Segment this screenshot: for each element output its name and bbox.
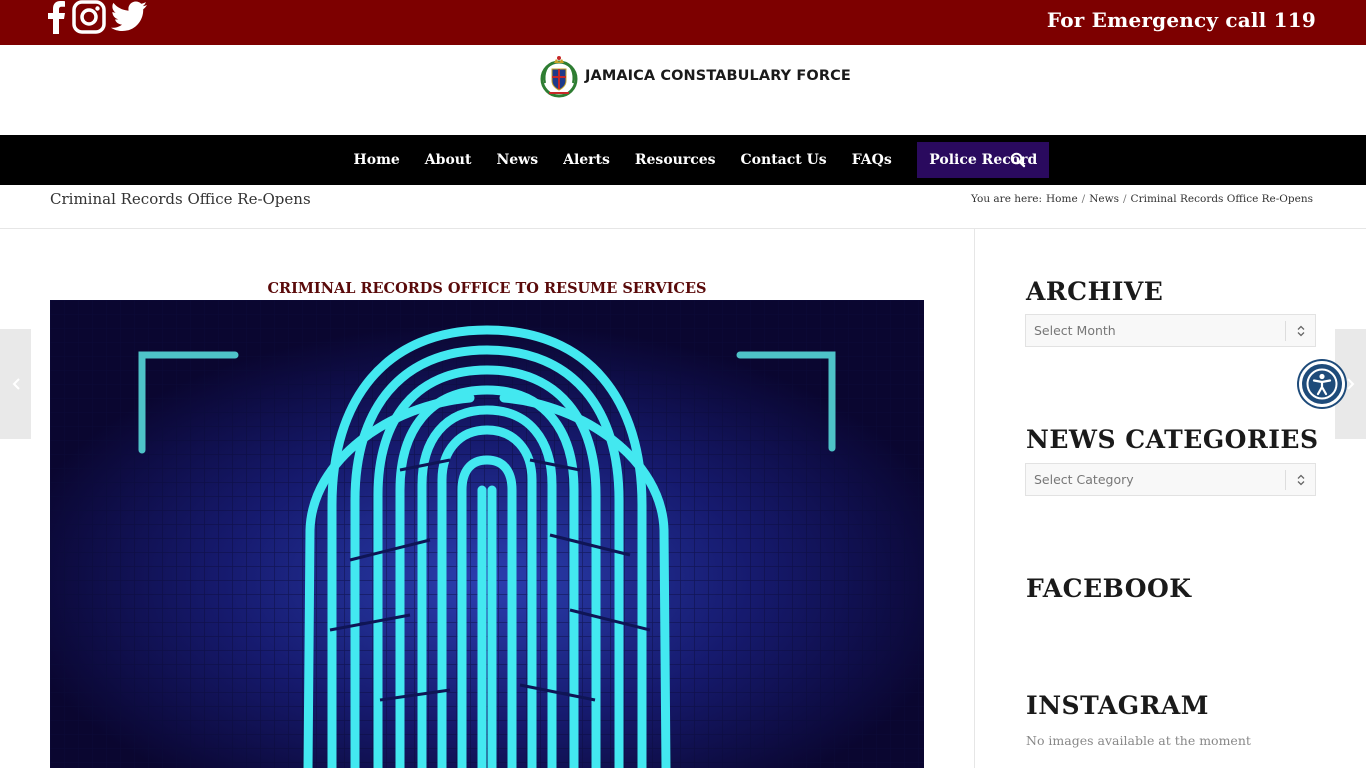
main-nav: Home About News Alerts Resources Contact…: [0, 135, 1366, 185]
breadcrumb-home[interactable]: Home: [1046, 193, 1078, 205]
nav-item-police-record[interactable]: Police Record: [917, 142, 1050, 178]
nav-item-home[interactable]: Home: [341, 135, 412, 185]
nav-item-about[interactable]: About: [412, 135, 484, 185]
breadcrumb-current: Criminal Records Office Re-Opens: [1130, 193, 1313, 205]
nav-items: Home About News Alerts Resources Contact…: [341, 135, 1050, 185]
instagram-title: INSTAGRAM: [1026, 691, 1209, 720]
site-logo[interactable]: JAMAICA CONSTABULARY FORCE: [539, 53, 851, 99]
nav-item-resources[interactable]: Resources: [622, 135, 728, 185]
archive-select-value: Select Month: [1034, 323, 1116, 338]
category-select-value: Select Category: [1034, 472, 1134, 487]
social-links: [44, 0, 148, 34]
select-arrows-icon: [1285, 470, 1315, 490]
title-bar: Criminal Records Office Re-Opens You are…: [0, 185, 1366, 229]
page-title: Criminal Records Office Re-Opens: [50, 190, 311, 208]
crest-icon: [540, 56, 578, 98]
sidebar-divider: [974, 229, 975, 768]
breadcrumb-separator: /: [1123, 193, 1127, 205]
breadcrumb: You are here: Home / News / Criminal Rec…: [971, 193, 1313, 205]
fingerprint-image: [50, 300, 924, 768]
news-categories-title: NEWS CATEGORIES: [1026, 425, 1319, 454]
header-logo-area: JAMAICA CONSTABULARY FORCE: [0, 45, 1366, 135]
archive-title: ARCHIVE: [1026, 277, 1164, 306]
chevron-right-icon: [1346, 378, 1354, 390]
hero-image: [50, 300, 924, 768]
top-bar: For Emergency call 119: [0, 0, 1366, 45]
nav-item-contact-us[interactable]: Contact Us: [728, 135, 839, 185]
accessibility-icon: [1306, 368, 1338, 400]
chevron-left-icon: [12, 378, 20, 390]
facebook-title: FACEBOOK: [1026, 574, 1192, 603]
breadcrumb-separator: /: [1081, 193, 1086, 205]
accessibility-button[interactable]: [1299, 361, 1345, 407]
nav-item-faqs[interactable]: FAQs: [839, 135, 904, 185]
logo-text: JAMAICA CONSTABULARY FORCE: [585, 68, 851, 84]
article-headline: CRIMINAL RECORDS OFFICE TO RESUME SERVIC…: [267, 280, 707, 297]
search-icon[interactable]: [1010, 152, 1026, 168]
instagram-empty-message: No images available at the moment: [1026, 733, 1251, 748]
nav-item-alerts[interactable]: Alerts: [551, 135, 623, 185]
nav-item-news[interactable]: News: [484, 135, 551, 185]
breadcrumb-news[interactable]: News: [1089, 193, 1119, 205]
archive-select[interactable]: Select Month: [1025, 314, 1316, 347]
facebook-icon[interactable]: [44, 0, 68, 34]
breadcrumb-prefix: You are here:: [970, 193, 1043, 205]
instagram-icon[interactable]: [72, 0, 106, 34]
category-select[interactable]: Select Category: [1025, 463, 1316, 496]
twitter-icon[interactable]: [110, 0, 148, 34]
emergency-text: For Emergency call 119: [1046, 8, 1316, 32]
prev-post-arrow[interactable]: [0, 329, 31, 439]
select-arrows-icon: [1285, 321, 1315, 341]
